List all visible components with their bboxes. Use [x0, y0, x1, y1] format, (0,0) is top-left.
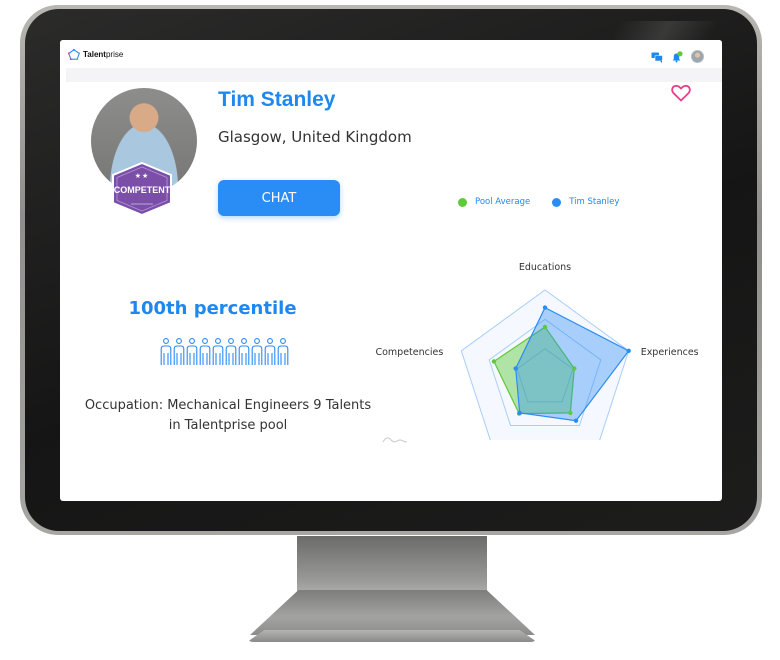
logo-text: Talentprise: [83, 50, 124, 59]
chart-legend: Pool Average Tim Stanley: [458, 197, 619, 207]
monitor-stand-foot: [250, 590, 535, 635]
occupation-line-2: in Talentprise pool: [168, 418, 288, 433]
radar-chart: EducationsExperiencesExpertisesSkillsCom…: [375, 262, 699, 440]
person-icon: [264, 338, 276, 365]
badge-stars: ★★: [134, 172, 150, 180]
candidate-name: Tim Stanley: [218, 88, 336, 111]
legend-label-candidate: Tim Stanley: [569, 197, 620, 207]
legend-dot-pool-average: [458, 197, 467, 207]
percentile-label: 100th percentile: [128, 298, 297, 319]
radar-point: [542, 305, 548, 310]
legend-dot-candidate: [552, 197, 562, 207]
person-icon: [186, 338, 198, 365]
heart-outline-icon[interactable]: [671, 84, 691, 102]
person-icon: [173, 338, 185, 365]
monitor-stand-base: [247, 630, 537, 642]
logo-pentagon-icon: [68, 49, 80, 60]
radar-point: [513, 366, 518, 371]
radar-point: [517, 410, 522, 416]
legend-item-pool-average[interactable]: Pool Average: [458, 197, 530, 207]
person-icon: [199, 338, 211, 365]
radar-point: [572, 366, 577, 371]
radar-point: [573, 418, 579, 423]
radar-point: [568, 410, 573, 416]
app-screen: Talentprise ★★ COMPETENT Tim Stanley Gla…: [60, 40, 722, 501]
axis-label-experiences: Experiences: [641, 347, 699, 358]
top-navigation-bar: Talentprise: [60, 40, 722, 68]
person-icon: [160, 338, 172, 365]
competency-badge: ★★ COMPETENT: [109, 161, 175, 217]
legend-item-candidate[interactable]: Tim Stanley: [552, 197, 619, 207]
chat-icon[interactable]: [651, 51, 663, 63]
legend-label-pool-average: Pool Average: [475, 197, 531, 207]
badge-label: COMPETENT: [113, 185, 171, 195]
radar-point: [626, 348, 631, 354]
occupation-text: Occupation: Mechanical Engineers 9 Talen…: [78, 396, 378, 436]
talentprise-logo[interactable]: Talentprise: [68, 49, 123, 60]
person-icon: [225, 338, 237, 365]
chat-button[interactable]: CHAT: [218, 180, 340, 216]
sub-header-bar: [66, 68, 722, 82]
candidate-location: Glasgow, United Kingdom: [218, 128, 412, 146]
person-icon: [277, 338, 289, 365]
person-icon: [251, 338, 263, 365]
top-icons: [651, 50, 704, 63]
user-avatar-icon[interactable]: [691, 50, 704, 63]
radar-point: [491, 359, 497, 364]
people-icons: [160, 337, 289, 367]
axis-label-competencies: Competencies: [375, 347, 443, 358]
notification-bell-icon[interactable]: [671, 50, 683, 63]
person-icon: [238, 338, 250, 365]
occupation-line-1: Occupation: Mechanical Engineers 9 Talen…: [84, 398, 372, 413]
axis-label-educations: Educations: [519, 262, 571, 273]
person-icon: [212, 338, 224, 365]
radar-point: [542, 324, 548, 330]
